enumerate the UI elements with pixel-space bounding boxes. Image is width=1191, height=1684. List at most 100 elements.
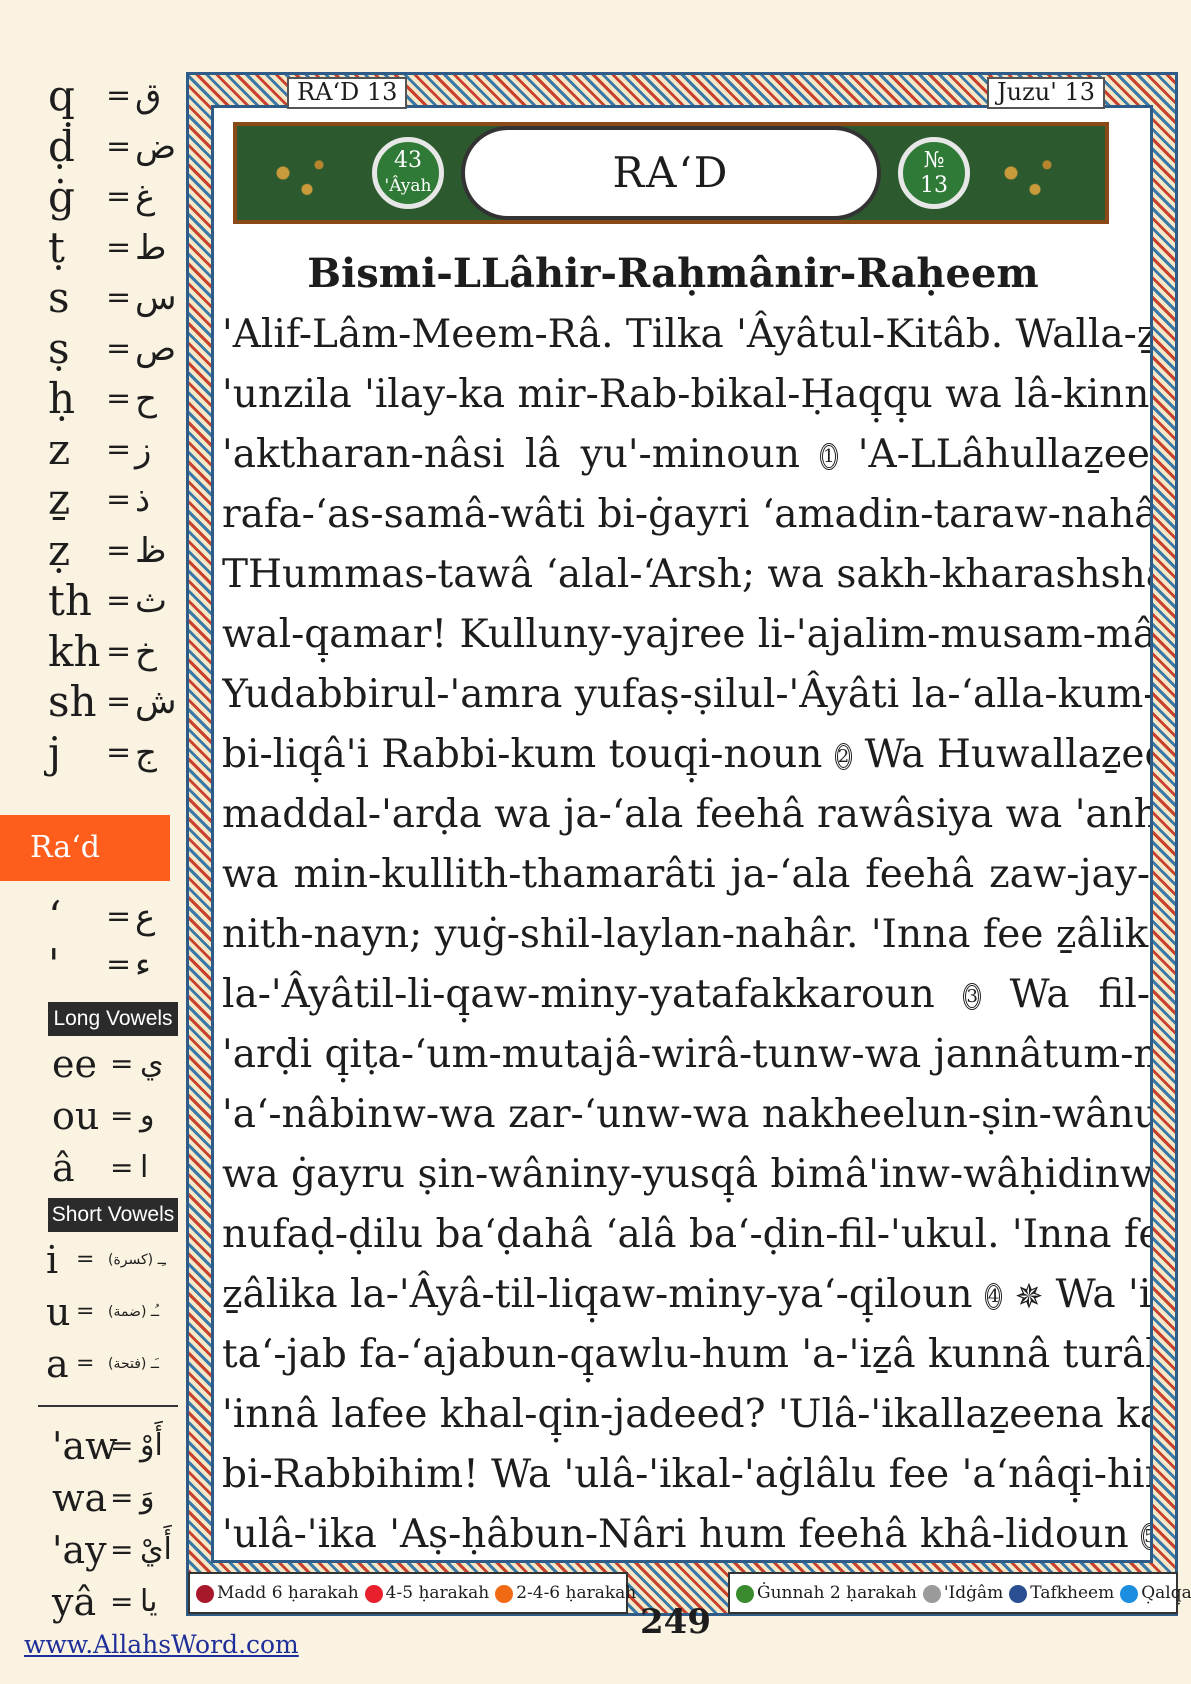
tajweed-legend-left: Madd 6 ḥarakah 4-5 ḥarakah 2-4-6 ḥarakah xyxy=(188,1572,636,1614)
legend-label: Q̣alq̣alah xyxy=(1141,1583,1191,1603)
verse-line: ẕâlika la-'Âyâ-til-liq̣aw-miny-ya‘-q̣ilo… xyxy=(222,1272,1150,1317)
arabic-letter: ح xyxy=(135,379,157,419)
arabic-letter: ا xyxy=(140,1150,149,1185)
legend-label: Madd 6 ḥarakah xyxy=(217,1583,359,1603)
latin-letter: u xyxy=(46,1290,71,1334)
legend-item: Tafkheem xyxy=(1009,1583,1114,1603)
latin-letter: yâ xyxy=(52,1580,97,1624)
arabic-letter: ظ xyxy=(135,530,167,571)
latin-letter: ġ xyxy=(48,172,75,221)
consonant-row: ḍ = ض xyxy=(0,121,182,173)
latin-letter: j xyxy=(48,727,62,777)
color-dot-icon xyxy=(196,1584,214,1603)
equals-sign: = xyxy=(106,583,132,618)
latin-letter: th xyxy=(48,576,92,625)
color-dot-icon xyxy=(1120,1584,1139,1603)
short-vowel-row: a = ـَـ (فتحة) xyxy=(0,1338,182,1390)
long-vowel-row: â = ا xyxy=(0,1142,182,1194)
sidebar-divider xyxy=(38,1405,178,1407)
arabic-letter: ـِـ (كسرة) xyxy=(108,1252,166,1268)
arabic-letter: ق xyxy=(135,76,162,116)
latin-letter: ḥ xyxy=(48,374,76,423)
arabic-letter: أَيْ xyxy=(140,1532,172,1567)
latin-letter: ṭ xyxy=(48,222,65,272)
consonant-row: ġ = غ xyxy=(0,173,182,223)
consonant-row: kh = خ xyxy=(0,626,182,678)
arabic-letter: يا xyxy=(140,1584,158,1619)
verse-line: maddal-'arḍa wa ja-‘ala feehâ rawâsiya w… xyxy=(222,792,1150,837)
verse-text: 'Alif-Lâm-Meem-Râ. Tilka 'Âyâtul-Kitâb. … xyxy=(222,305,1150,1565)
legend-item: 'Idġâm xyxy=(922,1583,1003,1603)
consonant-row: q̣ = ق xyxy=(0,72,182,122)
sajda-icon: ✵ xyxy=(1014,1277,1044,1317)
hamza-row: ‘ = ع xyxy=(0,893,182,943)
arabic-letter: ث xyxy=(135,581,168,621)
latin-letter: ẕ xyxy=(48,475,71,524)
color-dot-icon xyxy=(364,1584,383,1603)
equals-sign: = xyxy=(106,947,132,982)
combo-row: 'aw = أَوْ xyxy=(0,1420,182,1472)
equals-sign: = xyxy=(106,431,132,467)
verse-line: 'ulâ-'ika 'Aṣ-ḥâbun-Nâri hum feehâ khâ-l… xyxy=(222,1505,1150,1565)
legend-item: 4-5 ḥarakah xyxy=(364,1583,489,1603)
equals-sign: = xyxy=(110,1533,134,1566)
ayah-number-marker: 4 xyxy=(984,1283,1003,1310)
equals-sign: = xyxy=(106,899,132,934)
verse-line: wal-q̣amar! Kulluny-yajree li-'ajalim-mu… xyxy=(222,612,1150,657)
arabic-letter: ء xyxy=(135,945,151,985)
consonant-row: z = ز xyxy=(0,424,182,476)
arabic-letter: ع xyxy=(135,897,156,937)
equals-sign: = xyxy=(110,1481,134,1514)
verse-line: nufaḍ-ḍilu ba‘ḍahâ ‘alâ ba‘-ḍin-fil-'uku… xyxy=(222,1212,1150,1257)
equals-sign: = xyxy=(106,229,132,265)
consonant-row: ṭ = ط xyxy=(0,222,182,274)
arabic-letter: ط xyxy=(135,227,167,268)
ayah-number-marker: 2 xyxy=(834,743,853,770)
website-link[interactable]: www.AllahsWord.com xyxy=(24,1630,299,1659)
short-vowels-label: Short Vowels xyxy=(48,1198,178,1232)
arabic-letter: ـَـ (فتحة) xyxy=(108,1356,160,1372)
latin-letter: kh xyxy=(48,626,101,676)
arabic-letter: ص xyxy=(135,328,177,369)
legend-item: Q̣alq̣alah xyxy=(1120,1583,1191,1603)
equals-sign: = xyxy=(106,78,132,113)
arabic-letter: غ xyxy=(135,177,156,217)
verse-line: la-'Âyâtil-li-q̣aw-miny-yatafakkaroun 3 … xyxy=(222,972,1150,1017)
surah-tab[interactable]: Ra‘d xyxy=(0,815,170,881)
equals-sign: = xyxy=(110,1047,134,1080)
latin-letter: â xyxy=(52,1146,75,1190)
equals-sign: = xyxy=(106,482,132,517)
arabic-letter: ش xyxy=(135,682,177,722)
color-dot-icon xyxy=(1009,1584,1028,1603)
hamza-row: ' = ء xyxy=(0,941,182,991)
verse-line: nith-nayn; yuġ-shil-laylan-nahâr. 'Inna … xyxy=(222,912,1150,957)
consonant-row: sh = ش xyxy=(0,678,182,728)
arabic-letter: ز xyxy=(135,429,152,470)
equals-sign: = xyxy=(110,1151,134,1184)
ornament-left xyxy=(247,132,367,214)
verse-line: bi-liq̣â'i Rabbi-kum touq̣i-noun 2 Wa Hu… xyxy=(222,732,1150,777)
ayah-count: 43 xyxy=(394,148,422,173)
verse-line: Yudabbirul-'amra yufaṣ-ṣilul-'Âyâti la-‘… xyxy=(222,672,1150,717)
verse-line: 'Alif-Lâm-Meem-Râ. Tilka 'Âyâtul-Kitâb. … xyxy=(222,312,1150,357)
surah-header-label: RA‘D 13 xyxy=(287,77,408,109)
latin-letter: ḍ xyxy=(48,121,75,171)
latin-letter: sh xyxy=(48,677,97,726)
verse-line: wa min-kullith-thamarâti ja-‘ala feehâ z… xyxy=(222,852,1150,897)
short-vowel-row: u = ـُـ (ضمة) xyxy=(0,1286,182,1338)
surah-banner: 43 'Âyah RA‘D № 13 xyxy=(233,122,1109,224)
color-dot-icon xyxy=(736,1584,754,1603)
equals-sign: = xyxy=(76,1247,95,1272)
latin-letter: z xyxy=(48,424,71,474)
consonant-row: th = ث xyxy=(0,577,182,627)
latin-letter: ‘ xyxy=(48,892,62,941)
latin-letter: ẓ xyxy=(48,525,71,575)
color-dot-icon xyxy=(495,1584,514,1603)
ornament-right xyxy=(975,132,1095,214)
consonant-row: ẕ = ذ xyxy=(0,476,182,526)
surah-number-medallion: № 13 xyxy=(898,137,970,209)
equals-sign: = xyxy=(106,633,132,669)
equals-sign: = xyxy=(106,179,132,214)
verse-line: THummas-tawâ ‘alal-‘Arsh; wa sakh-kharas… xyxy=(222,552,1150,597)
arabic-letter: ج xyxy=(135,732,157,773)
